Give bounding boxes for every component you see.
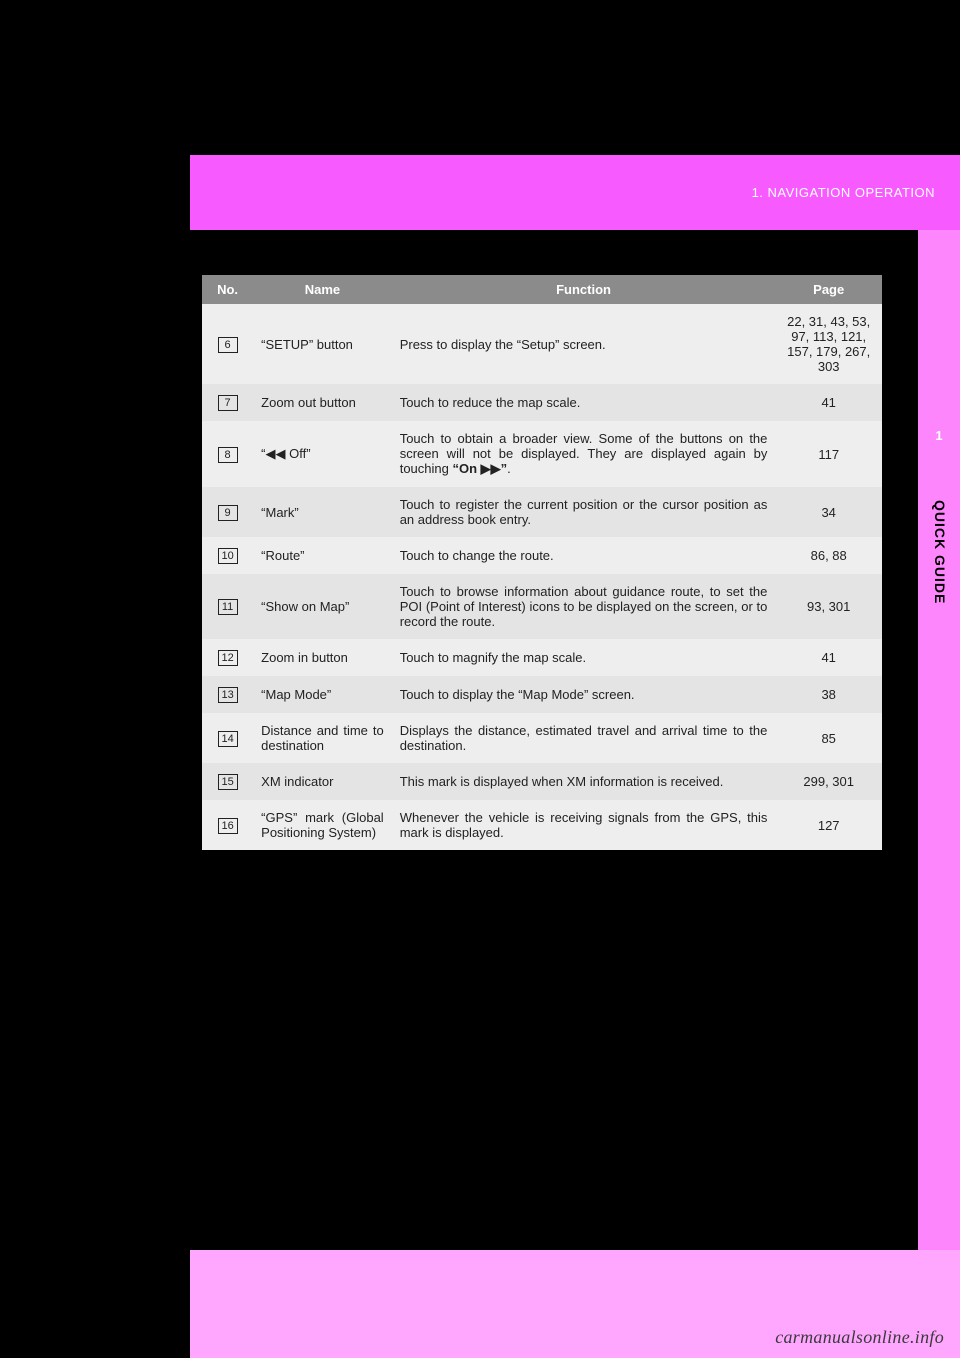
row-function-cell: Touch to display the “Map Mode” screen. bbox=[392, 676, 776, 713]
row-number-box: 11 bbox=[218, 599, 238, 615]
row-number-cell: 16 bbox=[202, 800, 253, 850]
table-row: 7 Zoom out button Touch to reduce the ma… bbox=[202, 384, 882, 421]
row-page-cell: 299, 301 bbox=[775, 763, 882, 800]
row-number-box: 8 bbox=[218, 447, 238, 463]
row-page-cell: 41 bbox=[775, 384, 882, 421]
row-page-cell: 85 bbox=[775, 713, 882, 763]
row-number-cell: 13 bbox=[202, 676, 253, 713]
row-page-cell: 34 bbox=[775, 487, 882, 537]
table-row: 8 “◀◀ Off” Touch to obtain a broader vie… bbox=[202, 421, 882, 487]
right-margin-column: 1 QUICK GUIDE bbox=[918, 230, 960, 1250]
row-name-cell: XM indicator bbox=[253, 763, 392, 800]
table-row: 12 Zoom in button Touch to magnify the m… bbox=[202, 639, 882, 676]
row-function-cell: Whenever the vehicle is receiving signal… bbox=[392, 800, 776, 850]
row-function-cell: Touch to reduce the map scale. bbox=[392, 384, 776, 421]
row-name-cell: Zoom in button bbox=[253, 639, 392, 676]
section-side-title: QUICK GUIDE bbox=[932, 500, 948, 604]
row-name-cell: “Mark” bbox=[253, 487, 392, 537]
row-function-cell: Displays the distance, estimated travel … bbox=[392, 713, 776, 763]
header-bar: 1. NAVIGATION OPERATION bbox=[190, 155, 960, 230]
col-header-no: No. bbox=[202, 275, 253, 304]
row-name-cell: “Show on Map” bbox=[253, 574, 392, 639]
row-number-cell: 8 bbox=[202, 421, 253, 487]
row-function-cell: Touch to register the current position o… bbox=[392, 487, 776, 537]
row-page-cell: 86, 88 bbox=[775, 537, 882, 574]
row-number-box: 16 bbox=[218, 818, 238, 834]
row-name-cell: Zoom out button bbox=[253, 384, 392, 421]
row-number-box: 6 bbox=[218, 337, 238, 353]
row-number-cell: 15 bbox=[202, 763, 253, 800]
row-name-cell: “SETUP” button bbox=[253, 304, 392, 384]
table-header-row: No. Name Function Page bbox=[202, 275, 882, 304]
row-number-box: 12 bbox=[218, 650, 238, 666]
table-row: 11 “Show on Map” Touch to browse informa… bbox=[202, 574, 882, 639]
row-page-cell: 22, 31, 43, 53, 97, 113, 121, 157, 179, … bbox=[775, 304, 882, 384]
table-row: 15 XM indicator This mark is displayed w… bbox=[202, 763, 882, 800]
row-number-box: 9 bbox=[218, 505, 238, 521]
row-number-box: 15 bbox=[218, 774, 238, 790]
content-area: No. Name Function Page 6 “SETUP” button … bbox=[190, 230, 918, 1250]
row-function-cell: Touch to magnify the map scale. bbox=[392, 639, 776, 676]
col-header-name: Name bbox=[253, 275, 392, 304]
row-number-box: 13 bbox=[218, 687, 238, 703]
row-page-cell: 38 bbox=[775, 676, 882, 713]
row-number-cell: 9 bbox=[202, 487, 253, 537]
row-function-cell: Touch to browse information about guidan… bbox=[392, 574, 776, 639]
row-number-cell: 11 bbox=[202, 574, 253, 639]
page-background: 1. NAVIGATION OPERATION 1 QUICK GUIDE No… bbox=[190, 155, 960, 1358]
row-name-cell: “GPS” mark (Global Positioning System) bbox=[253, 800, 392, 850]
section-label: 1. NAVIGATION OPERATION bbox=[752, 185, 935, 200]
row-page-cell: 41 bbox=[775, 639, 882, 676]
table-row: 16 “GPS” mark (Global Positioning System… bbox=[202, 800, 882, 850]
row-function-cell: Touch to obtain a broader view. Some of … bbox=[392, 421, 776, 487]
row-function-cell: Touch to change the route. bbox=[392, 537, 776, 574]
row-page-cell: 93, 301 bbox=[775, 574, 882, 639]
row-number-box: 14 bbox=[218, 731, 238, 747]
row-function-cell: This mark is displayed when XM informati… bbox=[392, 763, 776, 800]
row-number-cell: 6 bbox=[202, 304, 253, 384]
table-row: 13 “Map Mode” Touch to display the “Map … bbox=[202, 676, 882, 713]
table-row: 14 Distance and time to destination Disp… bbox=[202, 713, 882, 763]
row-number-cell: 12 bbox=[202, 639, 253, 676]
table-row: 6 “SETUP” button Press to display the “S… bbox=[202, 304, 882, 384]
chapter-thumb-tab: 1 bbox=[918, 415, 960, 455]
row-name-cell: Distance and time to destination bbox=[253, 713, 392, 763]
controls-guide-table: No. Name Function Page 6 “SETUP” button … bbox=[202, 275, 882, 850]
watermark: carmanualsonline.info bbox=[775, 1327, 944, 1348]
row-name-cell: “◀◀ Off” bbox=[253, 421, 392, 487]
row-name-cell: “Route” bbox=[253, 537, 392, 574]
table-row: 10 “Route” Touch to change the route. 86… bbox=[202, 537, 882, 574]
row-number-cell: 7 bbox=[202, 384, 253, 421]
row-page-cell: 117 bbox=[775, 421, 882, 487]
row-name-cell: “Map Mode” bbox=[253, 676, 392, 713]
row-page-cell: 127 bbox=[775, 800, 882, 850]
row-number-cell: 14 bbox=[202, 713, 253, 763]
col-header-page: Page bbox=[775, 275, 882, 304]
row-number-cell: 10 bbox=[202, 537, 253, 574]
col-header-function: Function bbox=[392, 275, 776, 304]
row-number-box: 7 bbox=[218, 395, 238, 411]
row-function-cell: Press to display the “Setup” screen. bbox=[392, 304, 776, 384]
row-number-box: 10 bbox=[218, 548, 238, 564]
table-row: 9 “Mark” Touch to register the current p… bbox=[202, 487, 882, 537]
